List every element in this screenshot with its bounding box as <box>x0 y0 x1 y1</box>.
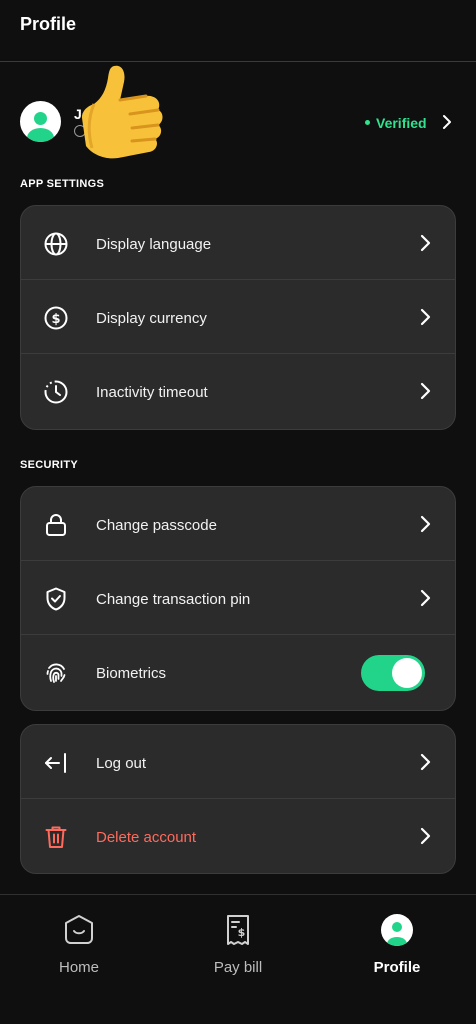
section-label-security: SECURITY <box>20 459 79 471</box>
row-label: Change transaction pin <box>96 591 251 608</box>
settings-row-display-currency[interactable]: $ Display currency <box>21 280 455 354</box>
trash-icon <box>45 826 67 848</box>
row-label: Display language <box>96 236 212 253</box>
home-icon <box>65 915 93 944</box>
clock-timeout-icon <box>44 380 68 404</box>
svg-text:$: $ <box>51 312 60 327</box>
settings-row-delete-account[interactable]: Delete account <box>21 799 455 873</box>
app-settings-card: Display language $ Display currency Inac… <box>20 205 456 430</box>
chevron-right-icon <box>420 382 431 400</box>
chevron-right-icon <box>420 234 431 252</box>
row-label: Log out <box>96 755 147 772</box>
security-card: Change passcode Change transaction pin B… <box>20 486 456 711</box>
profile-avatar-icon <box>381 914 413 946</box>
profile-summary-row[interactable]: Joe Verified <box>0 65 476 159</box>
chevron-right-icon <box>420 308 431 326</box>
settings-row-biometrics: Biometrics <box>21 635 455 709</box>
chevron-right-icon <box>420 753 431 771</box>
page-title: Profile <box>20 14 77 34</box>
thumbs-up-emoji-sticker <box>74 62 170 162</box>
logout-icon <box>45 753 66 773</box>
settings-row-change-passcode[interactable]: Change passcode <box>21 487 455 561</box>
nav-item-profile[interactable]: Profile <box>337 895 457 995</box>
nav-label: Pay bill <box>213 959 263 976</box>
chevron-right-icon <box>420 827 431 845</box>
dollar-circle-icon: $ <box>44 306 68 330</box>
row-label: Delete account <box>96 829 197 846</box>
settings-row-inactivity-timeout[interactable]: Inactivity timeout <box>21 354 455 428</box>
chevron-right-icon <box>420 589 431 607</box>
receipt-icon: $ <box>227 915 249 945</box>
verified-label: Verified <box>376 115 427 131</box>
row-label: Biometrics <box>96 665 167 682</box>
row-label: Change passcode <box>96 517 217 534</box>
chevron-right-icon <box>443 115 451 129</box>
biometrics-toggle[interactable] <box>361 655 425 691</box>
settings-row-log-out[interactable]: Log out <box>21 725 455 799</box>
profile-screen: Profile Joe Verified APP SETTINGS <box>0 0 476 1024</box>
avatar <box>20 101 61 142</box>
verified-badge: Verified <box>365 115 427 131</box>
lock-icon <box>46 514 66 536</box>
nav-item-home[interactable]: Home <box>19 895 139 995</box>
bottom-nav: Home $ Pay bill Profile <box>0 895 476 1024</box>
svg-text:$: $ <box>238 926 246 939</box>
account-actions-card: Log out Delete account <box>20 724 456 874</box>
shield-check-icon <box>46 587 66 611</box>
nav-label: Profile <box>373 959 421 976</box>
nav-item-pay-bill[interactable]: $ Pay bill <box>178 895 298 995</box>
chevron-right-icon <box>420 515 431 533</box>
settings-row-change-transaction-pin[interactable]: Change transaction pin <box>21 561 455 635</box>
status-dot-icon <box>365 119 370 125</box>
toggle-knob <box>392 658 422 688</box>
section-label-app-settings: APP SETTINGS <box>20 178 105 190</box>
nav-label: Home <box>58 959 99 976</box>
top-bar: Profile <box>0 0 476 62</box>
settings-row-display-language[interactable]: Display language <box>21 206 455 280</box>
globe-icon <box>44 232 68 256</box>
row-label: Inactivity timeout <box>96 384 208 401</box>
fingerprint-icon <box>46 663 66 683</box>
row-label: Display currency <box>96 310 207 327</box>
